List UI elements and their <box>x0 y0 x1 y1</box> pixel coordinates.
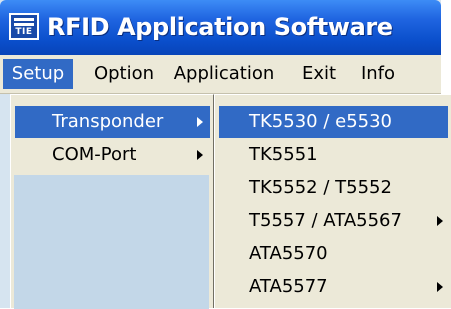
menu-item-label: TK5552 / T5552 <box>249 177 392 198</box>
window-title: RFID Application Software <box>47 13 393 41</box>
menu-setup[interactable]: Setup <box>3 59 73 89</box>
menu-item-tk5552[interactable]: TK5552 / T5552 <box>219 172 448 204</box>
menu-item-ata5577[interactable]: ATA5577 <box>219 271 448 303</box>
logo-text: TIE <box>15 27 33 37</box>
submenu-arrow-icon <box>437 216 443 226</box>
menu-item-label: T5557 / ATA5567 <box>249 210 402 231</box>
app-logo-icon: TIE <box>9 13 39 40</box>
menu-info[interactable]: Info <box>358 59 398 89</box>
menu-item-label: COM-Port <box>52 144 137 165</box>
menu-item-t5557[interactable]: T5557 / ATA5567 <box>219 205 448 237</box>
menu-bar: Setup Option Application Exit Info <box>0 55 441 94</box>
menu-item-tk5530[interactable]: TK5530 / e5530 <box>219 106 448 138</box>
menu-option[interactable]: Option <box>86 59 162 89</box>
menu-item-label: ATA5577 <box>249 276 328 297</box>
menu-application[interactable]: Application <box>168 59 280 89</box>
menu-item-label: TK5530 / e5530 <box>249 111 392 132</box>
submenu-arrow-icon <box>437 282 443 292</box>
transponder-submenu: TK5530 / e5530 TK5551 TK5552 / T5552 T55… <box>214 94 451 308</box>
menu-item-label: Transponder <box>52 111 164 132</box>
submenu-arrow-icon <box>197 117 203 127</box>
logo-stripe <box>14 18 34 21</box>
submenu-arrow-icon <box>197 150 203 160</box>
title-bar[interactable]: TIE RFID Application Software <box>0 0 441 55</box>
setup-dropdown-menu: Transponder COM-Port <box>10 94 214 309</box>
menu-exit[interactable]: Exit <box>296 59 342 89</box>
logo-stripe <box>14 23 34 26</box>
menu-item-com-port[interactable]: COM-Port <box>15 139 210 171</box>
menu-item-ata5570[interactable]: ATA5570 <box>219 238 448 270</box>
menu-item-label: TK5551 <box>249 144 318 165</box>
menu-item-label: ATA5570 <box>249 243 328 264</box>
window-client-area <box>14 175 209 309</box>
menu-item-transponder[interactable]: Transponder <box>15 106 210 138</box>
menu-item-tk5551[interactable]: TK5551 <box>219 139 448 171</box>
